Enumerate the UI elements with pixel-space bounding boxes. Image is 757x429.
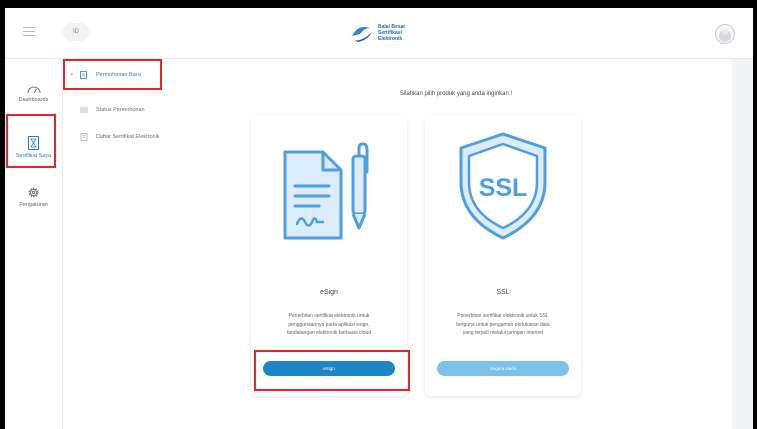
gauge-icon [27, 86, 40, 94]
rail-item-dashboards[interactable]: Dashboards [5, 84, 62, 103]
user-avatar-icon [719, 29, 731, 42]
scroll-gutter [732, 59, 753, 429]
app-window: ID Balai Besar Sertifikasi Elektronik Da… [5, 8, 753, 429]
rail-label-pengaturan: Pengaturan [19, 202, 48, 208]
language-selector[interactable]: ID [63, 23, 89, 41]
rail-item-pengaturan[interactable]: Pengaturan [5, 186, 62, 208]
submenu-item-permohonan-baru[interactable]: • Permohonan Baru [71, 71, 141, 79]
menu-icon[interactable] [23, 27, 35, 37]
submenu: • Permohonan Baru Status Permohonan Daft… [63, 59, 180, 429]
certificate-icon [28, 136, 39, 150]
icon-rail: Dashboards Sertifikat Saya Pengaturan [5, 59, 63, 429]
rail-item-sertifikat-saya[interactable]: Sertifikat Saya [5, 136, 62, 159]
card-desc-line: penggunaannya pada aplikasi esign, [288, 321, 370, 328]
status-icon [80, 107, 88, 113]
gear-icon [28, 187, 39, 198]
esign-button[interactable]: eSign [263, 361, 395, 376]
top-bar: ID Balai Besar Sertifikasi Elektronik [5, 8, 753, 59]
card-desc-line: Penerbitan sertifikat elektronik untuk S… [457, 313, 549, 319]
submenu-label-daftar-sertifikat: Daftar Sertifikat Elektronik [96, 134, 160, 140]
page-prompt: Silahkan pilih produk yang anda inginkan… [399, 91, 513, 97]
main-content: Silahkan pilih produk yang anda inginkan… [180, 59, 732, 429]
submenu-label-status-permohonan: Status Permohonan [96, 107, 145, 113]
submenu-label-permohonan-baru: Permohonan Baru [96, 72, 141, 78]
ssl-shield-icon: SSL [459, 132, 547, 240]
submenu-item-status-permohonan[interactable]: Status Permohonan [80, 106, 145, 114]
coming-soon-button[interactable]: Segera Hadir [437, 361, 569, 376]
document-signature-icon [283, 142, 369, 240]
logo: Balai Besar Sertifikasi Elektronik [350, 20, 405, 46]
card-desc-line: berguna untuk pengaman pertukaran data [456, 321, 550, 328]
product-card-esign[interactable]: eSign Penerbitan sertifikat elektronik u… [251, 116, 407, 396]
card-title-ssl: SSL [496, 289, 510, 296]
card-desc-ssl: Penerbitan sertifikat elektronik untuk S… [439, 312, 567, 338]
new-request-icon [80, 71, 87, 79]
logo-mark-icon [352, 27, 372, 42]
card-desc-line: tandatangan elektronik berbasis cloud [286, 330, 372, 336]
card-title-esign: eSign [320, 289, 338, 296]
card-desc-esign: Penerbitan sertifikat elektronik untuk p… [265, 312, 393, 338]
rail-label-dashboards: Dashboards [18, 97, 49, 103]
avatar[interactable] [715, 24, 735, 44]
logo-line-3: Elektronik [378, 36, 403, 42]
ssl-icon-text: SSL [479, 174, 528, 202]
bullet-icon: • [71, 72, 73, 78]
document-list-icon [80, 133, 88, 141]
logo-text: Balai Besar Sertifikasi Elektronik [378, 24, 405, 42]
product-card-ssl[interactable]: SSL SSL Penerbitan sertifikat elektronik… [425, 116, 581, 396]
card-desc-line: yang terjadi melalui jaringan internet [462, 330, 544, 336]
submenu-item-daftar-sertifikat[interactable]: Daftar Sertifikat Elektronik [80, 133, 160, 141]
rail-label-sertifikat-saya: Sertifikat Saya [15, 153, 52, 159]
card-desc-line: Penerbitan sertifikat elektronik untuk [288, 313, 370, 319]
